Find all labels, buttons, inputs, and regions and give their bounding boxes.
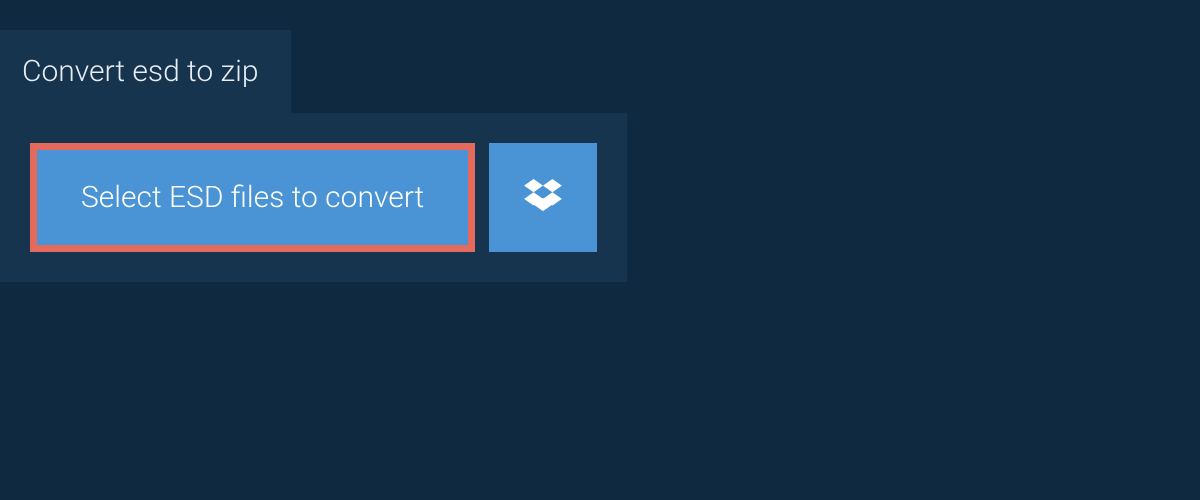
dropbox-icon (524, 179, 562, 217)
select-files-button[interactable]: Select ESD files to convert (30, 143, 475, 252)
tab-title-text: Convert esd to zip (22, 54, 259, 89)
action-panel: Select ESD files to convert (0, 113, 627, 282)
select-files-label: Select ESD files to convert (81, 180, 424, 215)
dropbox-button[interactable] (489, 143, 597, 252)
tab-title: Convert esd to zip (0, 30, 291, 113)
